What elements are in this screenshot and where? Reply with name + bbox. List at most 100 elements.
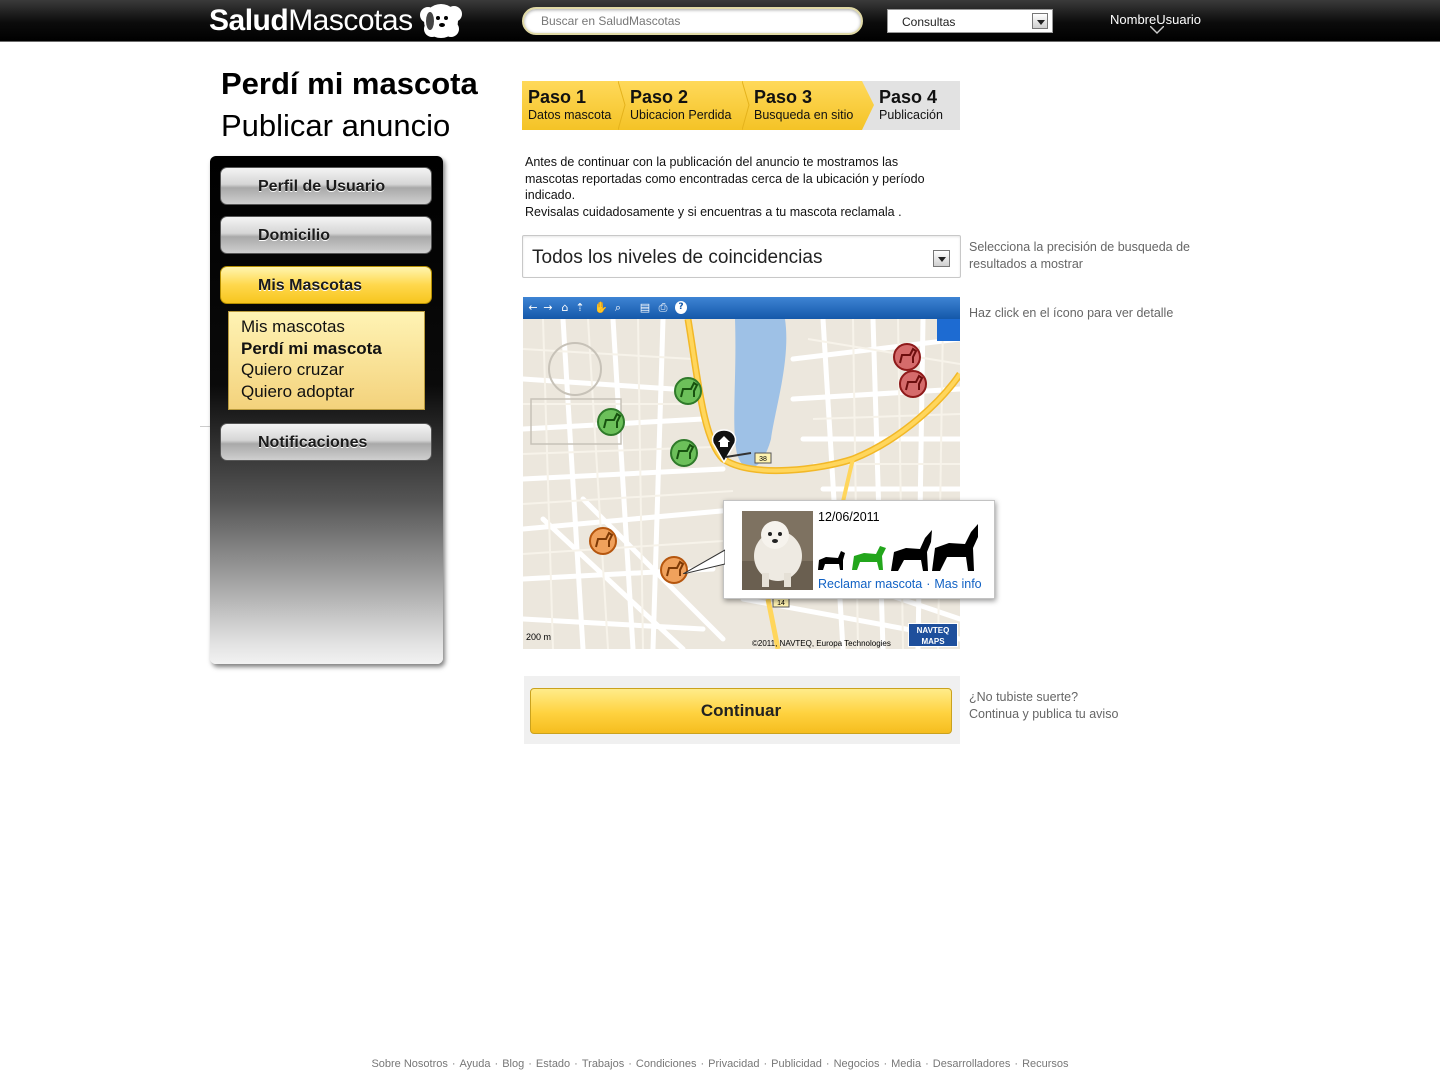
- pet-marker-green[interactable]: [674, 377, 702, 405]
- map-copyright: ©2011, NAVTEQ, Europa Technologies: [752, 639, 891, 648]
- footer-separator: ·: [494, 1058, 499, 1070]
- print-icon[interactable]: ⎙: [657, 301, 669, 314]
- pet-marker-red[interactable]: [893, 343, 921, 371]
- road-shield-14-label: 14: [777, 600, 785, 607]
- home-icon[interactable]: ⌂: [559, 301, 571, 314]
- found-date: 12/06/2011: [818, 510, 880, 524]
- step-2-label: Ubicacion Perdida: [630, 108, 732, 122]
- search-input[interactable]: Buscar en SaludMascotas: [522, 7, 863, 35]
- intro-paragraph: Antes de continuar con la publicación de…: [525, 155, 925, 202]
- site-logo[interactable]: Salud Mascotas: [209, 2, 467, 40]
- step-3-number: Paso 3: [754, 87, 813, 107]
- continue-hint-line2: Continua y publica tu aviso: [969, 707, 1119, 721]
- pet-marker-green[interactable]: [670, 439, 698, 467]
- sidebar-item-perfil[interactable]: Perfil de Usuario: [220, 167, 432, 205]
- username-label: NombreUsuario: [1110, 12, 1202, 27]
- intro-text: Antes de continuar con la publicación de…: [525, 154, 965, 220]
- logo-text-bold: Salud: [209, 4, 289, 37]
- help-icon[interactable]: ?: [675, 301, 687, 314]
- footer-link[interactable]: Desarrolladores: [933, 1058, 1011, 1070]
- footer-link[interactable]: Condiciones: [636, 1058, 697, 1070]
- top-bar: Salud Mascotas Buscar en SaludMascotas C…: [0, 0, 1440, 42]
- map-canvas[interactable]: 38 14: [523, 319, 960, 649]
- step-4[interactable]: Paso 4 Publicación: [879, 87, 943, 123]
- layers-icon[interactable]: ▤: [639, 301, 651, 314]
- road-shield-38-label: 38: [759, 456, 767, 463]
- step-2[interactable]: Paso 2 Ubicacion Perdida: [630, 87, 731, 123]
- pet-marker-red[interactable]: [899, 370, 927, 398]
- step-2-number: Paso 2: [630, 87, 689, 107]
- step-3[interactable]: Paso 3 Busqueda en sitio: [754, 87, 853, 123]
- dog-size-large-icon: [891, 530, 932, 571]
- footer-separator: ·: [451, 1058, 456, 1070]
- footer-separator: ·: [700, 1058, 705, 1070]
- logo-text-light: Mascotas: [288, 4, 413, 37]
- footer-link[interactable]: Media: [891, 1058, 921, 1070]
- zoom-icon[interactable]: ⌕: [612, 301, 624, 314]
- pet-size-icons: [818, 524, 978, 571]
- submenu-item-quiero-cruzar[interactable]: Quiero cruzar: [241, 359, 424, 381]
- step-separator: [742, 81, 750, 130]
- back-arrow-icon[interactable]: ←: [527, 301, 539, 314]
- pet-photo: [742, 511, 813, 590]
- footer-link[interactable]: Negocios: [834, 1058, 880, 1070]
- chevron-down-icon[interactable]: [933, 250, 950, 267]
- navteq-logo: NAVTEQ MAPS: [908, 623, 958, 647]
- footer-link[interactable]: Recursos: [1022, 1058, 1068, 1070]
- continue-button[interactable]: Continuar: [530, 688, 952, 734]
- category-select[interactable]: Consultas: [887, 9, 1053, 33]
- dog-logo-icon: [419, 4, 462, 38]
- step-4-number: Paso 4: [879, 87, 938, 107]
- continue-hint: ¿No tubiste suerte? Continua y publica t…: [969, 689, 1118, 723]
- page-title: Perdí mi mascota: [221, 66, 478, 101]
- page-subtitle: Publicar anuncio: [221, 108, 451, 143]
- submenu-item-mis-mascotas[interactable]: Mis mascotas: [241, 316, 424, 338]
- sidebar: Perfil de Usuario Domicilio Mis Mascotas…: [210, 156, 443, 664]
- match-level-value: Todos los niveles de coincidencias: [532, 247, 823, 268]
- sidebar-item-domicilio[interactable]: Domicilio: [220, 216, 432, 254]
- map-hint: Haz click en el ícono para ver detalle: [969, 306, 1174, 320]
- submenu-item-quiero-adoptar[interactable]: Quiero adoptar: [241, 381, 424, 403]
- filter-hint: Selecciona la precisión de busqueda de r…: [969, 240, 1190, 271]
- step-1[interactable]: Paso 1 Datos mascota: [528, 87, 611, 123]
- continue-panel: Continuar: [524, 676, 960, 744]
- step-1-label: Datos mascota: [528, 108, 612, 122]
- chevron-down-icon[interactable]: [1032, 13, 1048, 29]
- footer-link[interactable]: Privacidad: [708, 1058, 759, 1070]
- user-menu[interactable]: NombreUsuario: [1110, 12, 1202, 34]
- step-progress: Paso 1 Datos mascota Paso 2 Ubicacion Pe…: [522, 81, 960, 130]
- match-level-select[interactable]: Todos los niveles de coincidencias: [522, 235, 961, 278]
- pan-hand-icon[interactable]: ✋: [594, 301, 608, 314]
- link-separator: ·: [926, 577, 931, 591]
- navteq-logo-line1: NAVTEQ: [916, 626, 950, 635]
- sidebar-submenu: Mis mascotas Perdí mi mascota Quiero cru…: [228, 311, 425, 410]
- sidebar-item-mis-mascotas[interactable]: Mis Mascotas: [220, 266, 432, 304]
- footer-link[interactable]: Trabajos: [582, 1058, 624, 1070]
- footer-link[interactable]: Sobre Nosotros: [371, 1058, 447, 1070]
- footer-link[interactable]: Blog: [502, 1058, 524, 1070]
- popup-pointer: [683, 549, 725, 574]
- pet-marker-orange[interactable]: [589, 527, 617, 555]
- footer-separator: ·: [574, 1058, 578, 1070]
- dog-size-medium-icon-selected: [852, 546, 886, 570]
- submenu-item-perdi-mi-mascota[interactable]: Perdí mi mascota: [241, 338, 424, 360]
- footer-link[interactable]: Estado: [536, 1058, 570, 1070]
- more-info-link[interactable]: Mas info: [934, 577, 981, 591]
- dog-size-xlarge-icon: [932, 524, 978, 571]
- sidebar-item-notificaciones[interactable]: Notificaciones: [220, 423, 432, 461]
- footer: Sobre Nosotros · Ayuda · Blog · Estado · Trabajo…: [0, 1058, 1440, 1070]
- step-1-number: Paso 1: [528, 87, 587, 107]
- footer-separator: ·: [1014, 1058, 1019, 1070]
- pet-marker-green[interactable]: [597, 408, 625, 436]
- claim-pet-link[interactable]: Reclamar mascota: [818, 577, 922, 591]
- footer-link[interactable]: Ayuda: [460, 1058, 491, 1070]
- north-arrow-icon[interactable]: ⇡: [574, 301, 586, 314]
- step-separator: [618, 81, 626, 130]
- step-3-label: Busqueda en sitio: [754, 108, 854, 122]
- step-4-label: Publicación: [879, 108, 943, 122]
- footer-separator: ·: [628, 1058, 632, 1070]
- footer-separator: ·: [925, 1058, 929, 1070]
- forward-arrow-icon[interactable]: →: [542, 301, 554, 314]
- navteq-logo-line2: MAPS: [921, 637, 945, 646]
- footer-link[interactable]: Publicidad: [771, 1058, 822, 1070]
